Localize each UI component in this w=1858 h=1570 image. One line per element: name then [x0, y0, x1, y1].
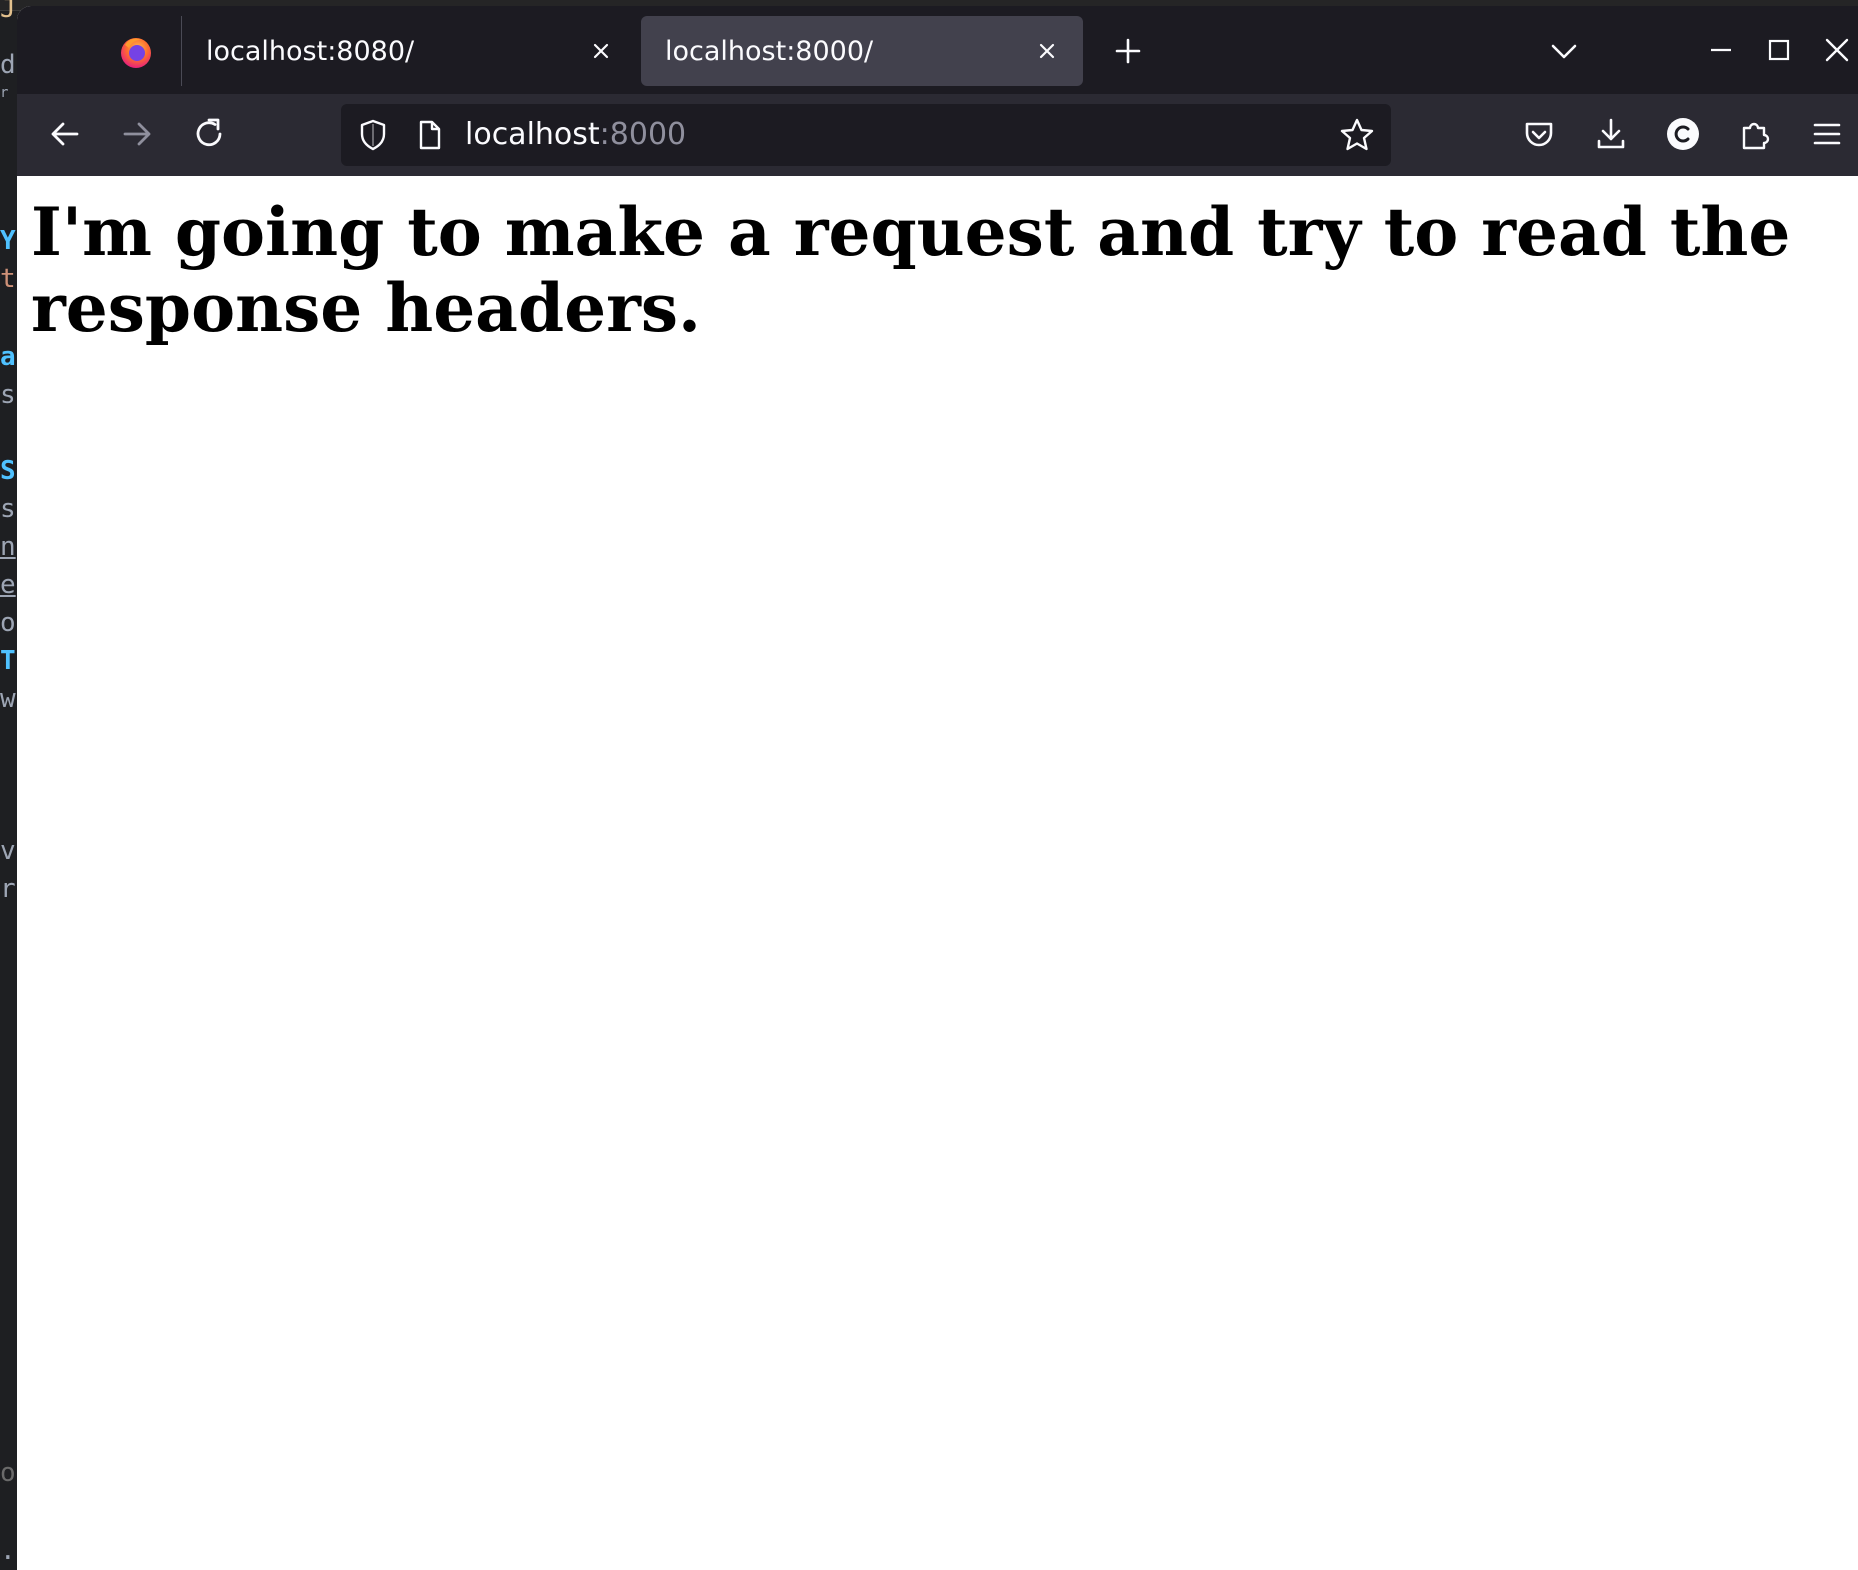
background-code-char: a — [0, 342, 16, 372]
url-text[interactable]: localhost:8000 — [465, 116, 686, 154]
page-content: I'm going to make a request and try to r… — [17, 176, 1858, 1570]
maximize-icon[interactable] — [1761, 32, 1797, 68]
background-code-char: ou — [0, 1458, 16, 1488]
page-info-icon[interactable] — [409, 115, 449, 155]
navigation-toolbar: localhost:8000 — [17, 94, 1858, 176]
close-icon[interactable] — [1033, 37, 1061, 65]
back-arrow-icon[interactable] — [45, 114, 85, 154]
background-code-char: v — [0, 836, 16, 866]
tab-title: localhost:8080/ — [206, 35, 415, 67]
download-icon[interactable] — [1591, 114, 1631, 154]
background-code-char: r — [0, 85, 9, 101]
background-code-char: t — [0, 264, 16, 294]
tab-localhost-8080[interactable]: localhost:8080/ — [181, 16, 637, 86]
tab-bar: localhost:8080/ localhost:8000/ — [17, 6, 1858, 94]
background-code-char: o — [0, 608, 16, 638]
background-code-char: e — [0, 570, 16, 600]
chevron-down-icon[interactable] — [1547, 34, 1581, 68]
background-code-char: .r — [0, 1536, 16, 1566]
reload-icon[interactable] — [189, 114, 229, 154]
pocket-icon[interactable] — [1519, 114, 1559, 154]
background-code-char: d — [0, 50, 16, 80]
background-code-char: J — [0, 0, 16, 24]
minimize-icon[interactable] — [1703, 32, 1739, 68]
url-host: localhost — [465, 117, 600, 152]
shield-icon[interactable] — [353, 115, 393, 155]
background-code-char: r — [0, 874, 16, 904]
background-code-char: S — [0, 456, 16, 486]
background-code-char: T — [0, 646, 16, 676]
new-tab-plus-icon[interactable] — [1111, 34, 1145, 68]
close-icon[interactable] — [587, 37, 615, 65]
url-bar[interactable]: localhost:8000 — [341, 104, 1391, 166]
background-code-char: w — [0, 684, 16, 714]
account-avatar-icon[interactable] — [1663, 114, 1703, 154]
extensions-puzzle-icon[interactable] — [1735, 114, 1775, 154]
bookmark-star-icon[interactable] — [1337, 115, 1377, 155]
background-code-char: Y — [0, 226, 16, 256]
browser-window: localhost:8080/ localhost:8000/ localhos… — [17, 6, 1858, 1570]
window-close-icon[interactable] — [1819, 32, 1855, 68]
tab-title: localhost:8000/ — [665, 35, 874, 67]
forward-arrow-icon[interactable] — [117, 114, 157, 154]
background-code-char: n — [0, 532, 16, 562]
background-code-char: s — [0, 380, 16, 410]
menu-hamburger-icon[interactable] — [1807, 114, 1847, 154]
firefox-logo-icon[interactable] — [119, 35, 153, 69]
background-code-char: s — [0, 494, 16, 524]
tab-localhost-8000[interactable]: localhost:8000/ — [641, 16, 1083, 86]
url-port: :8000 — [599, 117, 687, 152]
page-heading: I'm going to make a request and try to r… — [31, 193, 1791, 347]
